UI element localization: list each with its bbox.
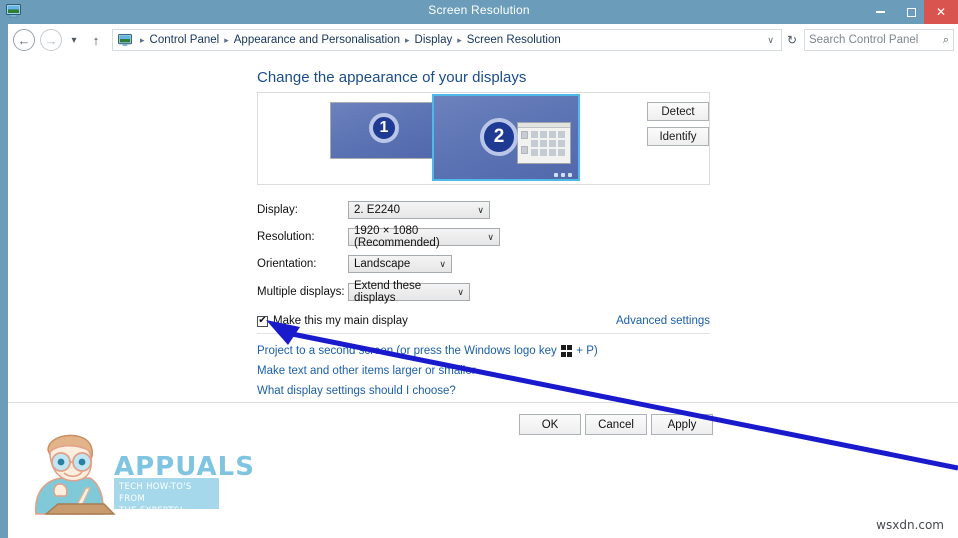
search-icon: ⌕ <box>942 33 949 46</box>
windows-logo-key-icon <box>560 345 573 357</box>
breadcrumb-item-control-panel[interactable]: Control Panel <box>150 34 220 46</box>
display-select-value: 2. E2240 <box>354 204 401 216</box>
arrow-up-icon: ↑ <box>92 32 100 48</box>
maximize-button[interactable] <box>896 0 927 24</box>
chevron-down-icon: ▾ <box>71 34 77 46</box>
resolution-select[interactable]: 1920 × 1080 (Recommended) ∨ <box>348 225 500 249</box>
forward-arrow-icon: → <box>44 32 58 48</box>
project-second-screen-link[interactable]: Project to a second screen (or press the… <box>257 345 598 357</box>
breadcrumb-separator: ▸ <box>224 34 229 45</box>
orientation-label: Orientation: <box>257 258 317 270</box>
orientation-select[interactable]: Landscape ∨ <box>348 255 452 273</box>
title-bar: Screen Resolution ✕ <box>0 0 958 24</box>
appuals-tagline: TECH HOW-TO'S FROM THE EXPERTS! <box>114 478 219 516</box>
main-display-row: ✔ Make this my main display Advanced set… <box>257 312 710 330</box>
display-settings-help-link[interactable]: What display settings should I choose? <box>257 385 456 397</box>
resolution-select-value: 1920 × 1080 (Recommended) <box>354 225 440 249</box>
control-panel-icon <box>118 33 132 47</box>
display-select[interactable]: 2. E2240 ∨ <box>348 201 490 219</box>
breadcrumb-separator: ▸ <box>457 34 462 45</box>
site-watermark: wsxdn.com <box>876 518 944 532</box>
appuals-logo: APPUALS TECH HOW-TO'S FROM THE EXPERTS! <box>22 424 254 519</box>
multiple-displays-select-value: Extend these displays <box>354 280 422 304</box>
main-display-checkbox-label: Make this my main display <box>273 315 408 327</box>
main-display-checkbox[interactable]: ✔ <box>257 315 268 327</box>
thumbnail-side-tiles <box>521 131 528 156</box>
recent-locations-button[interactable]: ▾ <box>66 35 82 46</box>
advanced-settings-link[interactable]: Advanced settings <box>616 315 710 327</box>
refresh-icon[interactable]: ↻ <box>787 33 797 47</box>
breadcrumb-separator: ▸ <box>404 34 410 45</box>
breadcrumb-separator: ▸ <box>140 34 145 45</box>
forward-button[interactable]: → <box>40 29 62 51</box>
ok-button[interactable]: OK <box>519 414 581 435</box>
page-title: Change the appearance of your displays <box>257 69 527 86</box>
display-1-number: 1 <box>369 113 399 143</box>
main-content: Change the appearance of your displays 1 <box>8 56 958 402</box>
display-2-bezel: 2 <box>432 94 580 181</box>
multiple-displays-row: Multiple displays: Extend these displays… <box>257 280 470 304</box>
display-2-number: 2 <box>480 118 518 156</box>
cancel-button[interactable]: Cancel <box>585 414 647 435</box>
breadcrumb-dropdown-icon[interactable]: ∨ <box>767 35 774 46</box>
breadcrumb[interactable]: ▸ Control Panel ▸ Appearance and Persona… <box>112 29 782 51</box>
display-thumbnail-2-selected[interactable]: 2 <box>432 94 580 181</box>
appuals-tagline-line2: THE EXPERTS! <box>119 506 184 516</box>
back-arrow-icon: ← <box>17 32 31 48</box>
project-link-text-after: + P) <box>576 345 598 357</box>
thumbnail-body <box>518 128 570 159</box>
section-divider <box>257 333 710 334</box>
search-input[interactable]: Search Control Panel ⌕ <box>804 29 954 51</box>
checkmark-icon: ✔ <box>258 315 267 326</box>
breadcrumb-item-screen-resolution[interactable]: Screen Resolution <box>467 34 561 46</box>
window-left-border <box>0 24 8 538</box>
start-screen-tiles-thumbnail <box>517 122 571 164</box>
up-one-level-button[interactable]: ↑ <box>88 33 104 48</box>
appuals-tagline-line1: TECH HOW-TO'S FROM <box>119 482 192 504</box>
orientation-select-value: Landscape <box>354 258 411 270</box>
address-bar: ← → ▾ ↑ ▸ Control Panel ▸ Appearance and <box>8 24 958 56</box>
thumbnail-tile-grid <box>531 131 565 156</box>
search-placeholder: Search Control Panel <box>809 34 919 46</box>
multiple-displays-label: Multiple displays: <box>257 286 345 298</box>
chevron-down-icon: ∨ <box>487 231 494 242</box>
resolution-label: Resolution: <box>257 231 315 243</box>
resolution-row: Resolution: 1920 × 1080 (Recommended) ∨ <box>257 225 500 249</box>
logo-person-illustration <box>28 426 123 518</box>
display-2-taskbar-dots <box>554 173 572 177</box>
back-button[interactable]: ← <box>13 29 35 51</box>
project-link-text-before: Project to a second screen (or press the… <box>257 345 557 357</box>
display-label: Display: <box>257 204 298 216</box>
screen-resolution-window: Screen Resolution ✕ ← → ▾ ↑ ▸ Control Pa… <box>0 0 958 538</box>
display-thumbnail-1[interactable]: 1 <box>330 102 436 159</box>
multiple-displays-select[interactable]: Extend these displays ∨ <box>348 280 470 304</box>
chevron-down-icon: ∨ <box>439 258 446 269</box>
detect-button[interactable]: Detect <box>647 102 709 121</box>
text-size-link[interactable]: Make text and other items larger or smal… <box>257 365 476 377</box>
close-icon: ✕ <box>935 5 947 19</box>
window-title: Screen Resolution <box>428 3 530 17</box>
orientation-row: Orientation: Landscape ∨ <box>257 254 452 274</box>
chevron-down-icon: ∨ <box>477 204 484 215</box>
breadcrumb-item-display[interactable]: Display <box>415 34 453 46</box>
display-row: Display: 2. E2240 ∨ <box>257 200 490 220</box>
breadcrumb-item-appearance[interactable]: Appearance and Personalisation <box>234 34 400 46</box>
identify-button[interactable]: Identify <box>647 127 709 146</box>
display-arrangement-panel[interactable]: 1 2 <box>257 92 710 185</box>
display-1-bezel: 1 <box>330 102 436 159</box>
chevron-down-icon: ∨ <box>457 286 464 297</box>
close-button[interactable]: ✕ <box>924 0 958 24</box>
minimize-button[interactable] <box>865 0 896 24</box>
apply-button[interactable]: Apply <box>651 414 713 435</box>
